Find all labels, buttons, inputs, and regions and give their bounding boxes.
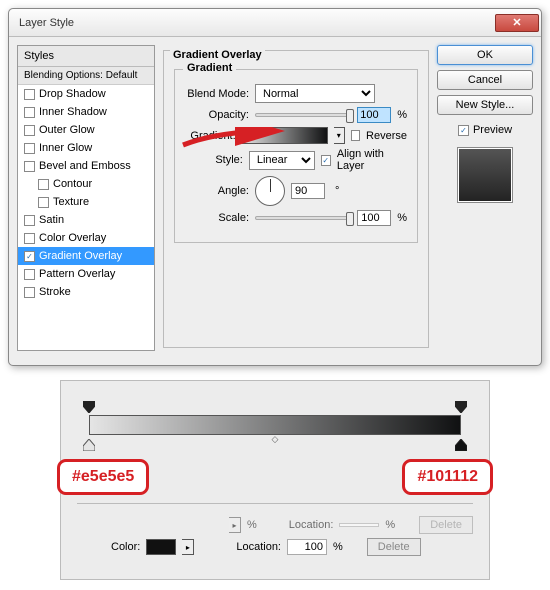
- style-item-label: Texture: [53, 196, 89, 208]
- color-well[interactable]: [146, 539, 176, 555]
- color-location-field[interactable]: [287, 539, 327, 555]
- style-item-outer-glow[interactable]: Outer Glow: [18, 121, 154, 139]
- percent-label: %: [397, 109, 407, 121]
- blend-mode-label: Blend Mode:: [185, 88, 249, 100]
- opacity-input[interactable]: [357, 107, 391, 123]
- style-item-label: Color Overlay: [39, 232, 106, 244]
- degree-label: °: [335, 185, 339, 197]
- ok-button[interactable]: OK: [437, 45, 533, 65]
- style-checkbox[interactable]: [24, 89, 35, 100]
- style-item-label: Inner Shadow: [39, 106, 107, 118]
- preview-label: Preview: [473, 124, 512, 136]
- style-item-gradient-overlay[interactable]: ✓ Gradient Overlay: [18, 247, 154, 265]
- style-item-satin[interactable]: Satin: [18, 211, 154, 229]
- style-item-texture[interactable]: Texture: [18, 193, 154, 211]
- opacity-slider[interactable]: [255, 113, 351, 117]
- percent-label: %: [397, 212, 407, 224]
- style-checkbox[interactable]: [24, 143, 35, 154]
- align-label: Align with Layer: [337, 148, 407, 172]
- subgroup-title: Gradient: [183, 62, 236, 74]
- style-checkbox[interactable]: [38, 179, 49, 190]
- location-label: Location:: [236, 541, 281, 553]
- group-title: Gradient Overlay: [170, 49, 265, 61]
- blending-options-header[interactable]: Blending Options: Default: [18, 67, 154, 85]
- delete-opacity-stop-button: Delete: [419, 516, 473, 534]
- style-checkbox[interactable]: [24, 269, 35, 280]
- style-item-label: Outer Glow: [39, 124, 95, 136]
- style-select[interactable]: Linear: [249, 151, 315, 170]
- style-checkbox[interactable]: [24, 287, 35, 298]
- button-column: OK Cancel New Style... ✓ Preview: [437, 45, 533, 351]
- style-item-pattern-overlay[interactable]: Pattern Overlay: [18, 265, 154, 283]
- opacity-arrow-icon: ▸: [229, 517, 241, 533]
- scale-input[interactable]: [357, 210, 391, 226]
- style-item-bevel-and-emboss[interactable]: Bevel and Emboss: [18, 157, 154, 175]
- window-title: Layer Style: [19, 17, 495, 29]
- style-item-color-overlay[interactable]: Color Overlay: [18, 229, 154, 247]
- reverse-label: Reverse: [366, 130, 407, 142]
- hex-annotation-left: #e5e5e5: [57, 459, 149, 495]
- close-button[interactable]: ✕: [495, 14, 539, 32]
- cancel-button[interactable]: Cancel: [437, 70, 533, 90]
- style-checkbox[interactable]: [24, 107, 35, 118]
- style-checkbox[interactable]: [24, 125, 35, 136]
- angle-input[interactable]: [291, 183, 325, 199]
- style-item-label: Inner Glow: [39, 142, 92, 154]
- midpoint-icon[interactable]: ◇: [272, 434, 279, 445]
- style-item-label: Pattern Overlay: [39, 268, 115, 280]
- style-item-label: Bevel and Emboss: [39, 160, 131, 172]
- preview-swatch: [457, 147, 513, 203]
- location-label: Location:: [289, 519, 334, 531]
- scale-label: Scale:: [185, 212, 249, 224]
- style-label: Style:: [185, 154, 243, 166]
- opacity-location-field: [339, 523, 379, 527]
- gradient-ramp[interactable]: [89, 415, 461, 435]
- style-item-contour[interactable]: Contour: [18, 175, 154, 193]
- style-item-label: Stroke: [39, 286, 71, 298]
- style-checkbox[interactable]: [38, 197, 49, 208]
- scale-slider[interactable]: [255, 216, 351, 220]
- opacity-stop-right[interactable]: [455, 401, 467, 413]
- style-item-label: Gradient Overlay: [39, 250, 122, 262]
- style-checkbox[interactable]: [24, 233, 35, 244]
- color-stop-right[interactable]: [455, 439, 467, 451]
- style-item-inner-glow[interactable]: Inner Glow: [18, 139, 154, 157]
- align-checkbox[interactable]: ✓: [321, 155, 331, 166]
- opacity-label: Opacity:: [185, 109, 249, 121]
- opacity-stop-left[interactable]: [83, 401, 95, 413]
- delete-color-stop-button[interactable]: Delete: [367, 538, 421, 556]
- gradient-preview[interactable]: [242, 127, 328, 144]
- new-style-button[interactable]: New Style...: [437, 95, 533, 115]
- blend-mode-select[interactable]: Normal: [255, 84, 375, 103]
- reverse-checkbox[interactable]: [351, 130, 360, 141]
- style-item-drop-shadow[interactable]: Drop Shadow: [18, 85, 154, 103]
- color-arrow-icon[interactable]: ▸: [182, 539, 194, 555]
- preview-checkbox[interactable]: ✓: [458, 125, 469, 136]
- style-item-label: Drop Shadow: [39, 88, 106, 100]
- style-item-label: Contour: [53, 178, 92, 190]
- style-checkbox[interactable]: ✓: [24, 251, 35, 262]
- style-checkbox[interactable]: [24, 215, 35, 226]
- gradient-label: Gradient:: [185, 130, 236, 142]
- gradient-editor-fragment: ◇ #e5e5e5 #101112 ▸ % Location: % Delete…: [60, 380, 490, 580]
- styles-header[interactable]: Styles: [18, 46, 154, 67]
- titlebar[interactable]: Layer Style ✕: [9, 9, 541, 37]
- angle-label: Angle:: [185, 185, 249, 197]
- settings-area: Gradient Overlay Gradient Blend Mode: No…: [163, 45, 429, 351]
- color-stop-left[interactable]: [83, 439, 95, 451]
- angle-dial[interactable]: [255, 176, 285, 206]
- style-item-inner-shadow[interactable]: Inner Shadow: [18, 103, 154, 121]
- gradient-dropdown-icon[interactable]: ▾: [334, 127, 345, 144]
- style-checkbox[interactable]: [24, 161, 35, 172]
- hex-annotation-right: #101112: [402, 459, 493, 495]
- styles-panel: Styles Blending Options: Default Drop Sh…: [17, 45, 155, 351]
- close-icon: ✕: [512, 16, 521, 29]
- style-item-label: Satin: [39, 214, 64, 226]
- style-item-stroke[interactable]: Stroke: [18, 283, 154, 301]
- layer-style-dialog: Layer Style ✕ Styles Blending Options: D…: [8, 8, 542, 366]
- color-label: Color:: [111, 541, 140, 553]
